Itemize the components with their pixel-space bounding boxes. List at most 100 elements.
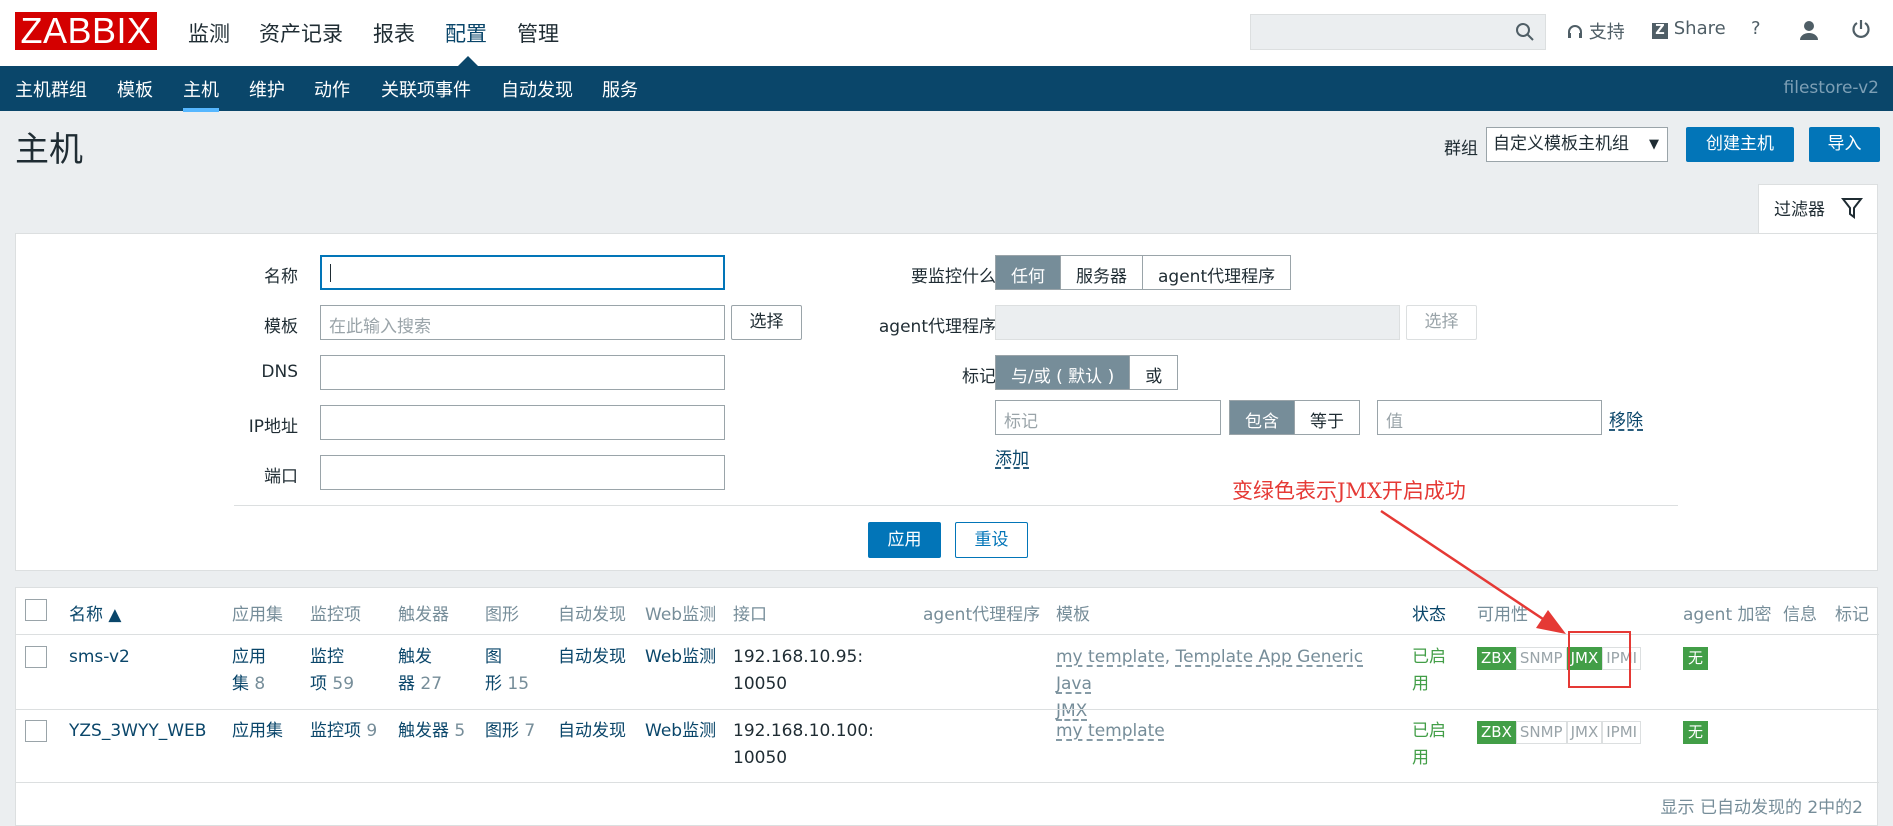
menu-configuration[interactable]: 配置 [445, 18, 487, 48]
col-encryption: agent 加密 [1683, 605, 1772, 625]
subnav-discovery[interactable]: 自动发现 [501, 76, 573, 102]
support-link[interactable]: 支持 [1567, 18, 1625, 44]
discovery-link[interactable]: 自动发现 [558, 718, 626, 745]
web-link[interactable]: Web监测 [645, 718, 716, 745]
graphs-link[interactable]: 图形 7 [485, 718, 535, 745]
tag-value-field[interactable]: 值 [1377, 400, 1602, 435]
port-field[interactable] [320, 455, 725, 490]
applications-link[interactable]: 应用集 [232, 718, 283, 745]
host-name-link[interactable]: sms-v2 [69, 644, 130, 671]
filter-panel: 名称 模板 在此输入搜索 选择 DNS IP地址 端口 要监控什么 任何 服务器… [15, 233, 1878, 571]
name-field[interactable] [320, 255, 725, 290]
reset-button[interactable]: 重设 [955, 522, 1028, 558]
triggers-link[interactable]: 触发器 27 [398, 644, 442, 698]
import-button[interactable]: 导入 [1809, 127, 1880, 162]
user-profile-icon[interactable] [1799, 20, 1819, 40]
select-all-checkbox[interactable] [25, 599, 47, 621]
status-text: 用 [1412, 748, 1429, 768]
row-checkbox[interactable] [25, 646, 47, 668]
template-link[interactable]: my template [1056, 721, 1165, 741]
group-select[interactable]: 自定义模板主机组 ▼ [1486, 127, 1668, 162]
create-host-button[interactable]: 创建主机 [1686, 127, 1794, 162]
items-link[interactable]: 监控项 9 [310, 718, 377, 745]
col-items: 监控项 [310, 605, 361, 625]
col-graphs: 图形 [485, 605, 519, 625]
subnav-actions[interactable]: 动作 [314, 76, 350, 102]
monitored-by-server[interactable]: 服务器 [1061, 256, 1143, 289]
remove-tag-link[interactable]: 移除 [1609, 406, 1643, 431]
help-icon[interactable]: ? [1751, 18, 1761, 39]
status-text: 已启 [1412, 721, 1446, 741]
graphs-link-text: 形 [485, 674, 502, 694]
group-label: 群组 [1444, 139, 1478, 159]
menu-reports[interactable]: 报表 [373, 18, 415, 48]
snmp-badge: SNMP [1515, 647, 1567, 670]
template-link[interactable]: my template [1056, 647, 1165, 667]
menu-monitoring[interactable]: 监测 [188, 18, 230, 48]
monitored-by-proxy[interactable]: agent代理程序 [1143, 256, 1290, 289]
subnav-templates[interactable]: 模板 [117, 76, 153, 102]
template-search-field[interactable]: 在此输入搜索 [320, 305, 725, 340]
monitored-by-any[interactable]: 任何 [996, 256, 1061, 289]
host-name-link[interactable]: YZS_3WYY_WEB [69, 718, 206, 745]
tags-mode-and-or[interactable]: 与/或 ( 默认 ) [996, 356, 1131, 389]
template-separator: , [1164, 647, 1171, 667]
proxy-label: agent代理程序 [878, 317, 996, 337]
subnav-maintenance[interactable]: 维护 [249, 76, 285, 102]
col-proxy: agent代理程序 [923, 605, 1041, 625]
subnav-host-groups[interactable]: 主机群组 [15, 76, 87, 102]
graphs-count: 15 [507, 674, 530, 694]
col-applications: 应用集 [232, 605, 283, 625]
template-select-button[interactable]: 选择 [731, 305, 802, 340]
col-templates: 模板 [1056, 605, 1090, 625]
add-tag-link[interactable]: 添加 [995, 444, 1029, 469]
chevron-down-icon: ▼ [1649, 137, 1659, 152]
items-link[interactable]: 监控项 59 [310, 644, 354, 698]
port-label: 端口 [264, 467, 298, 487]
top-bar: ZABBIX 监测 资产记录 报表 配置 管理 支持 Z Share ? [0, 0, 1893, 66]
menu-administration[interactable]: 管理 [517, 18, 559, 48]
status-text: 用 [1412, 674, 1429, 694]
subnav-event-correlation[interactable]: 关联项事件 [381, 76, 471, 102]
col-status[interactable]: 状态 [1412, 600, 1446, 625]
search-icon[interactable] [1515, 22, 1535, 42]
graphs-link[interactable]: 图形 15 [485, 644, 529, 698]
row-checkbox[interactable] [25, 720, 47, 742]
zabbix-logo[interactable]: ZABBIX [15, 12, 157, 50]
filter-tab-label: 过滤器 [1774, 200, 1825, 220]
web-link[interactable]: Web监测 [645, 644, 716, 671]
tag-name-field[interactable]: 标记 [995, 400, 1221, 435]
group-select-value: 自定义模板主机组 [1493, 134, 1629, 154]
ip-field[interactable] [320, 405, 725, 440]
global-search-input[interactable] [1250, 14, 1546, 50]
applications-link-text: 应用 [232, 647, 266, 667]
applications-link[interactable]: 应用集 8 [232, 644, 266, 698]
apply-button[interactable]: 应用 [868, 522, 941, 558]
status-link[interactable]: 已启用 [1412, 644, 1446, 698]
zbx-badge: ZBX [1477, 647, 1516, 670]
items-link-text: 项 [310, 674, 327, 694]
graphs-link-text: 图形 [485, 721, 519, 741]
headset-icon [1568, 25, 1582, 38]
subnav-services[interactable]: 服务 [602, 76, 638, 102]
triggers-count: 5 [454, 721, 466, 741]
interface-port: 10050 [733, 748, 788, 768]
discovery-link[interactable]: 自动发现 [558, 644, 626, 671]
subnav-hosts[interactable]: 主机 [183, 76, 219, 112]
tag-operator-contains[interactable]: 包含 [1230, 401, 1295, 434]
triggers-link[interactable]: 触发器 5 [398, 718, 465, 745]
hosts-table: 名称 ▲ 应用集 监控项 触发器 图形 自动发现 Web监测 接口 agent代… [15, 587, 1879, 826]
dns-field[interactable] [320, 355, 725, 390]
triggers-link-text: 器 [398, 674, 415, 694]
text-cursor [330, 264, 331, 282]
tag-operator-equals[interactable]: 等于 [1295, 401, 1359, 434]
jmx-badge: JMX [1566, 721, 1603, 744]
filter-tab[interactable]: 过滤器 [1758, 184, 1878, 234]
menu-inventory[interactable]: 资产记录 [259, 18, 343, 48]
col-interface: 接口 [733, 605, 767, 625]
col-name[interactable]: 名称 ▲ [69, 600, 121, 625]
sign-out-icon[interactable] [1851, 19, 1871, 39]
status-link[interactable]: 已启用 [1412, 718, 1446, 772]
share-link[interactable]: Z Share [1652, 18, 1726, 39]
tags-mode-or[interactable]: 或 [1130, 356, 1177, 389]
